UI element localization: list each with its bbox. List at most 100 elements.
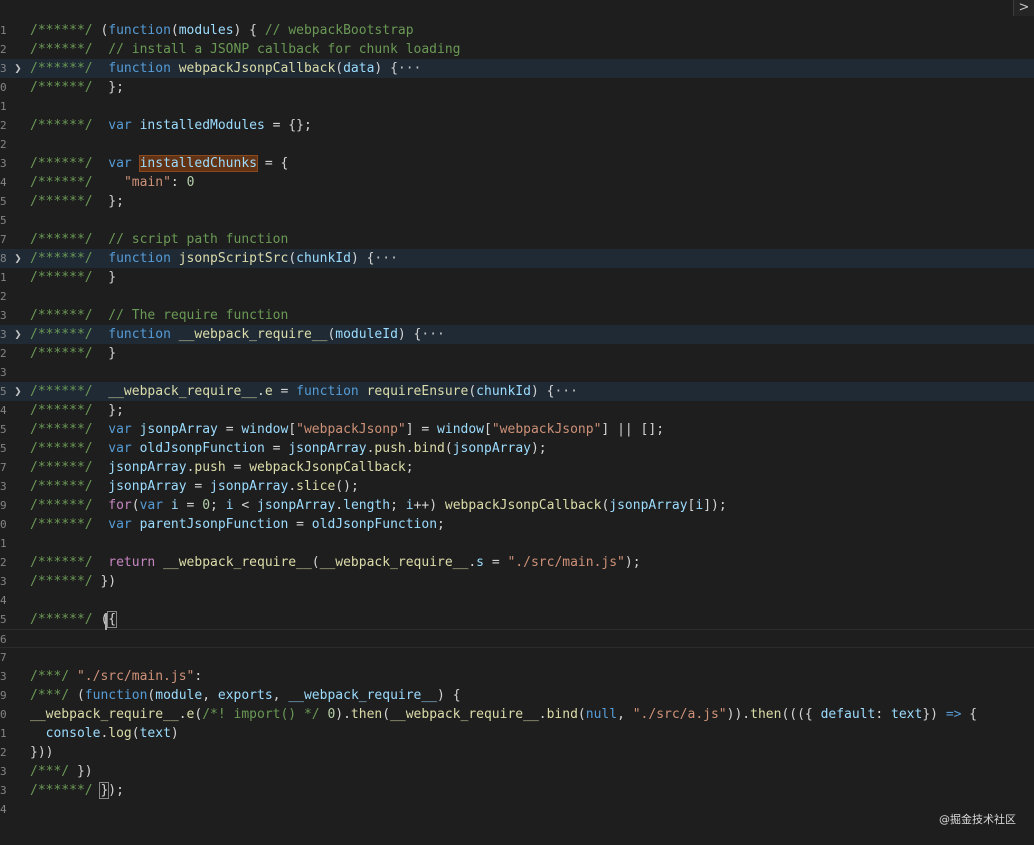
code-token: /******/ — [30, 517, 101, 532]
line-number: 3 — [0, 477, 8, 496]
code-line[interactable]: 1 — [0, 534, 1034, 553]
code-line[interactable]: 3 — [0, 363, 1034, 382]
chevron-right-icon[interactable]: ❯ — [12, 59, 24, 78]
code-line[interactable]: 2 — [0, 287, 1034, 306]
code-line[interactable]: 2 /******/ } — [0, 344, 1034, 363]
line-number: 3 — [0, 762, 8, 781]
code-token: jsonpArray — [210, 479, 289, 494]
line-code: console.log(text) — [30, 724, 179, 743]
code-line[interactable]: 4 — [0, 591, 1034, 610]
line-number: 9 — [0, 496, 8, 515]
code-token: log — [108, 726, 132, 741]
code-line[interactable]: 3 /******/ }); — [0, 781, 1034, 800]
code-line[interactable]: 4 — [0, 800, 1034, 819]
line-number: 4 — [0, 173, 8, 192]
code-line[interactable]: 3 /******/ jsonpArray = jsonpArray.slice(… — [0, 477, 1034, 496]
line-number-text: 1 — [0, 727, 7, 740]
code-token: i — [225, 498, 234, 513]
code-token: (); — [335, 479, 359, 494]
code-token: { — [961, 707, 978, 722]
folded-ellipsis[interactable]: ··· — [554, 384, 577, 399]
line-code: /******/ return __webpack_require__(__we… — [30, 553, 641, 572]
code-token: )). — [726, 707, 751, 722]
chevron-right-icon[interactable]: ❯ — [12, 249, 24, 268]
code-line[interactable]: 1 /******/ } — [0, 268, 1034, 287]
code-token: __webpack_require__ — [30, 707, 179, 722]
code-line[interactable]: 7 — [0, 648, 1034, 667]
code-line[interactable]: 2 /******/ var installedModules = {}; — [0, 116, 1034, 135]
line-number-text: 2 — [0, 746, 7, 759]
code-token: })) — [30, 745, 54, 760]
code-token: , — [202, 688, 218, 703]
code-token: /******/ — [30, 327, 101, 342]
code-line[interactable]: 6 — [0, 629, 1034, 648]
code-line[interactable]: 5 /******/ ({ — [0, 610, 1034, 629]
line-code: /******/ function __webpack_require__(mo… — [30, 325, 445, 344]
code-line[interactable]: 3 ❯ /******/ function __webpack_require__(… — [0, 325, 1034, 344]
code-line[interactable]: 9 /******/ for(var i = 0; i < jsonpArray.… — [0, 496, 1034, 515]
code-token: ( — [468, 384, 477, 399]
code-line[interactable]: 9/***/ (function(module, exports, __webp… — [0, 686, 1034, 705]
code-line[interactable]: 3 /******/ }) — [0, 572, 1034, 591]
code-token: = — [217, 422, 242, 437]
code-line[interactable]: 1 — [0, 97, 1034, 116]
line-number: 5 — [0, 420, 8, 439]
code-line[interactable]: 5 — [0, 211, 1034, 230]
watermark: @掘金技术社区 — [939, 813, 1016, 826]
code-line[interactable]: 7 /******/ // script path function — [0, 230, 1034, 249]
code-line[interactable]: 1 console.log(text) — [0, 724, 1034, 743]
code-token: function — [84, 688, 148, 703]
code-line[interactable]: 0 /******/ var parentJsonpFunction = oldJ… — [0, 515, 1034, 534]
code-line[interactable]: 2 — [0, 135, 1034, 154]
chevron-right-icon[interactable]: ❯ — [12, 382, 24, 401]
code-line[interactable]: 3 ❯ /******/ function webpackJsonpCallback… — [0, 59, 1034, 78]
code-editor[interactable]: 1/******/ (function(modules) { // webpac… — [0, 0, 1034, 845]
code-line[interactable]: 0 /******/ }; — [0, 78, 1034, 97]
code-line[interactable]: 8 ❯ /******/ function jsonpScriptSrc(chunk… — [0, 249, 1034, 268]
line-number-text: 3 — [0, 328, 7, 341]
code-line[interactable]: 3 /******/ var installedChunks = { — [0, 154, 1034, 173]
code-token: then — [350, 707, 383, 722]
line-number-text: 3 — [0, 309, 7, 322]
code-line[interactable]: 5 /******/ }; — [0, 192, 1034, 211]
code-token: "./src/main.js" — [76, 669, 195, 684]
line-code: })) — [30, 743, 53, 762]
close-icon[interactable]: > — [1013, 0, 1034, 16]
line-number: 4 — [0, 800, 8, 819]
folded-ellipsis[interactable]: ··· — [398, 61, 421, 76]
line-number-text: 6 — [0, 633, 7, 646]
code-line[interactable]: 2 /******/ // install a JSONP callback fo… — [0, 40, 1034, 59]
code-line[interactable]: 5/******/ var jsonpArray = window["webpa… — [0, 420, 1034, 439]
code-token: chunkId — [296, 251, 351, 266]
line-number-text: 0 — [0, 708, 7, 721]
folded-ellipsis[interactable]: ··· — [421, 327, 444, 342]
code-line[interactable]: 2})) — [0, 743, 1034, 762]
code-token: var — [108, 422, 132, 437]
code-line[interactable]: 5 /******/ var oldJsonpFunction = jsonpAr… — [0, 439, 1034, 458]
line-number: 3 — [0, 59, 8, 78]
code-line[interactable]: 4 /******/ "main": 0 — [0, 173, 1034, 192]
code-line[interactable]: 0 __webpack_require__.e(/*! import() */ 0… — [0, 705, 1034, 724]
code-line[interactable]: 4 /******/ }; — [0, 401, 1034, 420]
code-token: . — [468, 555, 477, 570]
code-token: default — [820, 707, 876, 722]
chevron-right-icon[interactable]: ❯ — [12, 325, 24, 344]
line-number-text: 3 — [0, 670, 7, 683]
code-line[interactable]: 1 /******/ (function(modules) { // webpac… — [0, 21, 1034, 40]
code-line[interactable]: 3 /***/ "./src/main.js": — [0, 667, 1034, 686]
line-number: 1 — [0, 268, 8, 287]
code-line[interactable]: 2 /******/ return __webpack_require__(__w… — [0, 553, 1034, 572]
folded-ellipsis[interactable]: ··· — [374, 251, 397, 266]
code-line[interactable]: 5 ❯ /******/ __webpack_require__.e = funct… — [0, 382, 1034, 401]
line-number: 6 — [0, 630, 8, 649]
code-token: = — [225, 460, 250, 475]
code-line[interactable]: 7 /******/ jsonpArray.push = webpackJsonp… — [0, 458, 1034, 477]
code-line[interactable]: 3 /***/ }) — [0, 762, 1034, 781]
code-token: window — [437, 422, 485, 437]
code-token: "webpackJsonp" — [491, 422, 602, 437]
code-line[interactable]: 3 /******/ // The require function — [0, 306, 1034, 325]
code-token: /******/ — [30, 422, 101, 437]
code-token: 0 — [202, 498, 211, 513]
